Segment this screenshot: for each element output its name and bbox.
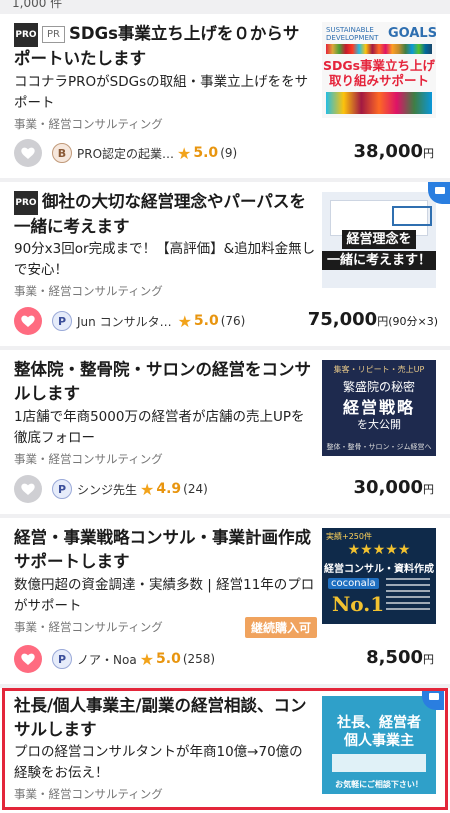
card-description: 数億円超の資金調達・実績多数 | 経営11年のプロがサポート — [14, 577, 315, 614]
seller-rank-badge: P — [52, 649, 72, 669]
rating: ★ 5.0 (76) — [177, 311, 246, 331]
seller-info[interactable]: B PRO認定の起業… ★ 5.0 (9) — [52, 143, 237, 163]
seller-name: ノア・Noa — [77, 652, 137, 667]
card-category: 事業・経営コンサルティング — [14, 284, 163, 298]
service-thumbnail[interactable]: 集客・リピート・売上UP 繁盛院の秘密 経営戦略 を大公開 整体・整骨・サロン・… — [322, 360, 436, 456]
seller-info[interactable]: P ノア・Noa ★ 5.0 (258) — [52, 649, 215, 669]
service-thumbnail[interactable]: 実績+250件 ★★★★★ 経営コンサル・資料作成 coconala No.1 — [322, 528, 436, 624]
selected-card-highlight — [2, 688, 448, 810]
price: 75,000円(90分×3) — [307, 309, 438, 330]
price: 8,500円 — [366, 647, 434, 668]
rating: ★ 5.0 (9) — [177, 143, 238, 163]
rating: ★ 5.0 (258) — [139, 649, 216, 669]
star-icon: ★ — [177, 311, 192, 331]
service-card-1[interactable]: PRO PR SDGs事業立ち上げを０からサポートいたします ココナラPROがSDG… — [0, 14, 450, 178]
seller-name: PRO認定の起業… — [77, 146, 175, 161]
favorite-button[interactable] — [14, 307, 42, 335]
seller-info[interactable]: P Jun コンサルタ… ★ 5.0 (76) — [52, 311, 245, 331]
star-icon: ★ — [177, 143, 192, 163]
pr-tag: PR — [42, 26, 65, 43]
service-card-2[interactable]: PRO 御社の大切な経営理念やパーパスを一緒に考えます 90分x3回or完成まで！… — [0, 182, 450, 346]
card-title[interactable]: PRO 御社の大切な経営理念やパーパスを一緒に考えます — [14, 190, 314, 239]
heart-icon — [21, 483, 35, 495]
card-category: 事業・経営コンサルティング — [14, 452, 163, 466]
card-category: 事業・経営コンサルティング — [14, 620, 163, 634]
favorite-button[interactable] — [14, 645, 42, 673]
pro-tag: PRO — [14, 22, 38, 47]
card-title[interactable]: 経営・事業戦略コンサル・事業計画作成サポートします — [14, 526, 314, 574]
price: 38,000円 — [353, 141, 434, 162]
seller-name: シンジ先生 — [77, 482, 138, 497]
favorite-button[interactable] — [14, 475, 42, 503]
repeat-purchase-badge: 継続購入可 — [245, 617, 318, 638]
seller-rank-badge: P — [52, 479, 72, 499]
service-thumbnail[interactable]: SUSTAINABLE DEVELOPMENT GOALS SDGs事業立ち上げ… — [322, 22, 436, 118]
result-count: 1,000 件 — [12, 0, 63, 10]
service-card-4[interactable]: 経営・事業戦略コンサル・事業計画作成サポートします 数億円超の資金調達・実績多数… — [0, 518, 450, 684]
service-thumbnail[interactable]: 経営理念を 一緒に考えます！ — [322, 192, 436, 288]
card-category: 事業・経営コンサルティング — [14, 117, 163, 131]
price: 30,000円 — [353, 477, 434, 498]
video-camera-icon — [435, 187, 445, 194]
star-icon: ★ — [140, 479, 155, 499]
pro-tag: PRO — [14, 190, 38, 215]
seller-rank-badge: B — [52, 143, 72, 163]
heart-icon — [21, 147, 35, 159]
service-card-3[interactable]: 整体院・整骨院・サロンの経営をコンサルします 1店舗で年商5000万の経営者が店… — [0, 350, 450, 514]
card-title[interactable]: 整体院・整骨院・サロンの経営をコンサルします — [14, 358, 314, 406]
top-strip: 1,000 件 — [0, 0, 450, 14]
heart-icon — [21, 315, 35, 327]
seller-name: Jun コンサルタ… — [77, 314, 172, 329]
rating: ★ 4.9 (24) — [140, 479, 208, 499]
heart-icon — [21, 653, 35, 665]
seller-info[interactable]: P シンジ先生 ★ 4.9 (24) — [52, 479, 208, 499]
favorite-button[interactable] — [14, 139, 42, 167]
seller-rank-badge: P — [52, 311, 72, 331]
star-icon: ★ — [139, 649, 155, 669]
card-description: 90分x3回or完成まで！【高評価】&追加料金無しで安心！ — [14, 241, 316, 278]
card-title[interactable]: PRO PR SDGs事業立ち上げを０からサポートいたします — [14, 22, 314, 71]
card-description: ココナラPROがSDGsの取組・事業立上げををサポート — [14, 74, 309, 111]
card-description: 1店舗で年商5000万の経営者が店舗の売上UPを徹底フォロー — [14, 409, 305, 446]
